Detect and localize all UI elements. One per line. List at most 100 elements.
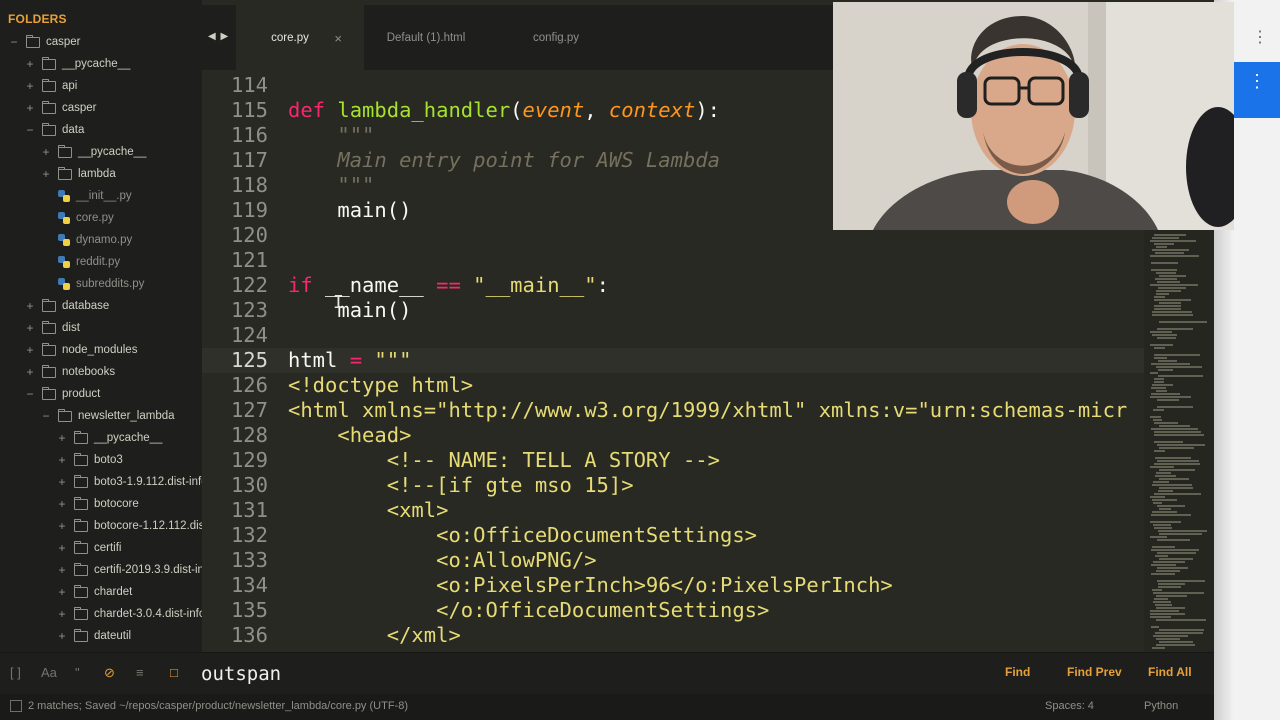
python-file-icon xyxy=(58,256,70,268)
sidebar-folder-item[interactable]: + __pycache__ xyxy=(0,53,202,75)
minimap-line xyxy=(1150,416,1161,418)
expand-icon[interactable]: + xyxy=(40,145,52,159)
tab-config-py[interactable]: config.py xyxy=(492,5,620,70)
minimap[interactable] xyxy=(1144,230,1214,652)
ibeam-cursor-icon: I xyxy=(333,292,344,313)
find-input[interactable]: outspan xyxy=(201,661,981,687)
sidebar-folder-item[interactable]: − casper xyxy=(0,31,202,53)
code-line[interactable]: 124 xyxy=(202,323,1144,348)
sidebar-folder-item[interactable]: + certifi-2019.3.9.dist-info xyxy=(0,559,202,581)
sidebar-folder-item[interactable]: + api xyxy=(0,75,202,97)
expand-icon[interactable]: + xyxy=(56,453,68,467)
sidebar-folder-item[interactable]: + dist xyxy=(0,317,202,339)
whole-word-icon[interactable]: " xyxy=(75,665,80,680)
sidebar-folder-item[interactable]: + chardet xyxy=(0,581,202,603)
tree-item-label: api xyxy=(62,80,78,92)
sidebar-folder-item[interactable]: + lambda xyxy=(0,163,202,185)
sidebar-folder-item[interactable]: − data xyxy=(0,119,202,141)
expand-icon[interactable]: + xyxy=(56,563,68,577)
sidebar-file-item[interactable]: subreddits.py xyxy=(0,273,202,295)
code-line[interactable]: 128 <head> xyxy=(202,423,1144,448)
code-token: <o:PixelsPerInch>96</o:PixelsPerInch> xyxy=(288,573,893,597)
expand-icon[interactable]: + xyxy=(56,541,68,555)
sidebar-folder-item[interactable]: + certifi xyxy=(0,537,202,559)
tab-label: config.py xyxy=(532,31,580,44)
minimap-line xyxy=(1155,252,1184,254)
code-token: Main entry point for AWS Lambda xyxy=(337,148,720,172)
in-selection-icon[interactable]: ≡ xyxy=(136,665,144,680)
code-line[interactable]: 130 <!--[if gte mso 15]> xyxy=(202,473,1144,498)
tab-default-1-html[interactable]: Default (1).html xyxy=(362,5,490,70)
sidebar-folder-item[interactable]: + __pycache__ xyxy=(0,427,202,449)
code-line[interactable]: 135 </o:OfficeDocumentSettings> xyxy=(202,598,1144,623)
expand-icon[interactable]: + xyxy=(24,343,36,357)
folder-icon xyxy=(42,298,56,312)
expand-icon[interactable]: + xyxy=(56,607,68,621)
wrap-icon[interactable]: ⊘ xyxy=(104,665,115,681)
find-all-button[interactable]: Find All xyxy=(1148,665,1192,679)
expand-icon[interactable]: + xyxy=(24,57,36,71)
indentation-setting[interactable]: Spaces: 4 xyxy=(1045,700,1094,712)
sidebar-file-item[interactable]: core.py xyxy=(0,207,202,229)
sidebar-folder-item[interactable]: + chardet-3.0.4.dist-info xyxy=(0,603,202,625)
sidebar-folder-item[interactable]: − product xyxy=(0,383,202,405)
sidebar-folder-item[interactable]: + dateutil xyxy=(0,625,202,647)
browser-menu-icon[interactable]: ⋮ xyxy=(1252,30,1268,46)
sidebar-folder-item[interactable]: + botocore xyxy=(0,493,202,515)
sidebar-folder-item[interactable]: + casper xyxy=(0,97,202,119)
expand-icon[interactable]: + xyxy=(24,299,36,313)
collapse-icon[interactable]: − xyxy=(8,35,20,49)
expand-icon[interactable]: + xyxy=(24,365,36,379)
expand-icon[interactable]: + xyxy=(56,475,68,489)
expand-icon[interactable]: + xyxy=(40,167,52,181)
code-line[interactable]: 129 <!-- NAME: TELL A STORY --> xyxy=(202,448,1144,473)
find-prev-button[interactable]: Find Prev xyxy=(1067,665,1122,679)
panel-toggle-icon[interactable] xyxy=(10,700,22,712)
highlight-matches-icon[interactable]: □ xyxy=(170,665,178,680)
regex-icon[interactable]: [ ] xyxy=(10,665,21,680)
code-line[interactable]: 134 <o:PixelsPerInch>96</o:PixelsPerInch… xyxy=(202,573,1144,598)
code-line[interactable]: 121 xyxy=(202,248,1144,273)
collapse-icon[interactable]: − xyxy=(24,123,36,137)
code-line[interactable]: 132 <o:OfficeDocumentSettings> xyxy=(202,523,1144,548)
sidebar-folder-item[interactable]: + database xyxy=(0,295,202,317)
expand-icon[interactable]: + xyxy=(56,519,68,533)
expand-icon[interactable]: + xyxy=(24,321,36,335)
sidebar-folder-item[interactable]: − newsletter_lambda xyxy=(0,405,202,427)
tree-item-label: casper xyxy=(62,102,97,114)
close-icon[interactable]: × xyxy=(334,31,342,46)
collapse-icon[interactable]: − xyxy=(24,387,36,401)
expand-icon[interactable]: + xyxy=(56,585,68,599)
code-line[interactable]: 126 <!doctype html> xyxy=(202,373,1144,398)
minimap-line xyxy=(1152,511,1177,513)
sidebar-folder-item[interactable]: + node_modules xyxy=(0,339,202,361)
tree-item-label: boto3 xyxy=(94,454,123,466)
expand-icon[interactable]: + xyxy=(56,629,68,643)
expand-icon[interactable]: + xyxy=(56,431,68,445)
collapse-icon[interactable]: − xyxy=(40,409,52,423)
code-line[interactable]: 125 html = """ xyxy=(202,348,1144,373)
folder-icon xyxy=(42,56,56,70)
tab-core-py[interactable]: core.py × xyxy=(236,5,364,70)
code-line[interactable]: 136 </xml> xyxy=(202,623,1144,648)
code-line[interactable]: 127 <html xmlns="http://www.w3.org/1999/x… xyxy=(202,398,1144,423)
sidebar-file-item[interactable]: dynamo.py xyxy=(0,229,202,251)
expand-icon[interactable]: + xyxy=(24,79,36,93)
expand-icon[interactable]: + xyxy=(24,101,36,115)
sidebar-file-item[interactable]: __init__.py xyxy=(0,185,202,207)
code-line[interactable]: 133 <o:AllowPNG/> xyxy=(202,548,1144,573)
sidebar-folder-item[interactable]: + notebooks xyxy=(0,361,202,383)
sidebar-folder-item[interactable]: + boto3-1.9.112.dist-info xyxy=(0,471,202,493)
syntax-selector[interactable]: Python xyxy=(1144,700,1178,712)
sidebar-folder-item[interactable]: + __pycache__ xyxy=(0,141,202,163)
tab-nav-arrows-icon[interactable]: ◀ ▶ xyxy=(208,31,229,42)
sidebar-folder-item[interactable]: + boto3 xyxy=(0,449,202,471)
case-sensitive-icon[interactable]: Aa xyxy=(41,665,57,680)
more-options-icon[interactable]: ⋮ xyxy=(1248,72,1266,90)
sidebar-folder-item[interactable]: + botocore-1.12.112.dist-info xyxy=(0,515,202,537)
expand-icon[interactable]: + xyxy=(56,497,68,511)
code-line[interactable]: 131 <xml> xyxy=(202,498,1144,523)
find-button[interactable]: Find xyxy=(1005,665,1030,679)
sidebar-file-item[interactable]: reddit.py xyxy=(0,251,202,273)
